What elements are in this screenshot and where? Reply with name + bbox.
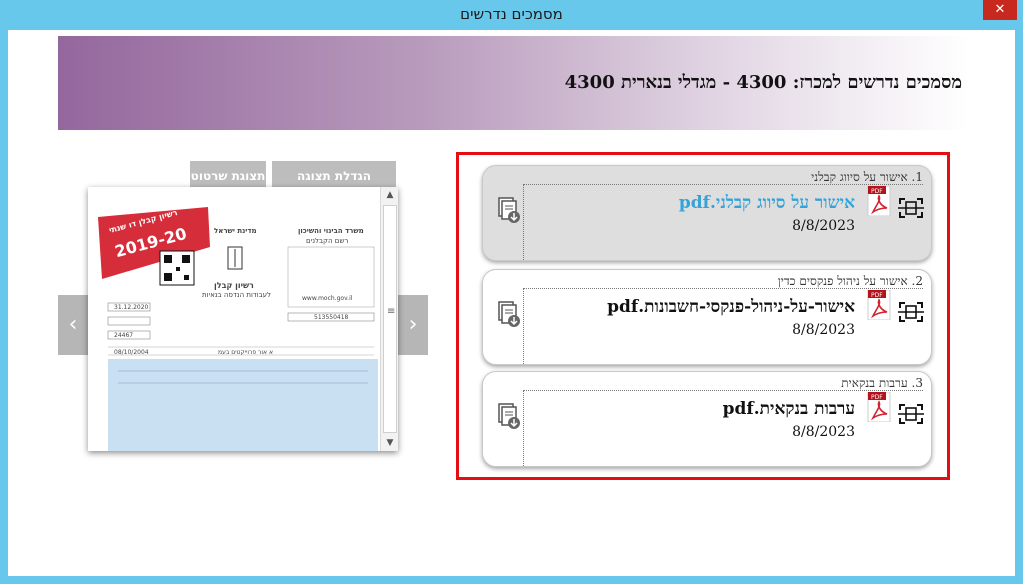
page-title: מסמכים נדרשים למכרז: 4300 - מגדלי בנארית… bbox=[564, 72, 962, 93]
document-label: 2. אישור על ניהול פנקסים כדין bbox=[777, 274, 923, 288]
website-text: www.moch.gov.il bbox=[302, 295, 353, 302]
download-document-icon[interactable] bbox=[495, 402, 521, 430]
scroll-thumb[interactable]: ≡ bbox=[383, 205, 397, 433]
scroll-up-icon[interactable]: ▲ bbox=[381, 187, 398, 203]
file-link[interactable]: ערבות בנקאית.pdf bbox=[723, 399, 855, 419]
header-banner: מסמכים נדרשים למכרז: 4300 - מגדלי בנארית… bbox=[58, 36, 968, 130]
registry-text: רשם הקבלנים bbox=[306, 237, 349, 245]
svg-text:PDF: PDF bbox=[871, 394, 883, 401]
svg-text:PDF: PDF bbox=[871, 188, 883, 195]
scan-icon[interactable] bbox=[897, 300, 925, 324]
divider bbox=[523, 390, 923, 391]
license-sub-text: לעבודות הנדסה בנאיות bbox=[202, 291, 272, 299]
file-date: 8/8/2023 bbox=[792, 218, 855, 234]
document-card-2[interactable]: 2. אישור על ניהול פנקסים כדין אישור-על-נ… bbox=[482, 269, 932, 365]
main-content: מסמכים נדרשים למכרז: 4300 - מגדלי בנארית… bbox=[8, 30, 1015, 576]
divider bbox=[523, 288, 923, 289]
next-document-button[interactable]: › bbox=[398, 295, 428, 355]
pdf-file-icon[interactable]: PDF bbox=[867, 392, 891, 422]
scroll-down-icon[interactable]: ▼ bbox=[381, 435, 398, 451]
pdf-file-icon[interactable]: PDF bbox=[867, 290, 891, 320]
scan-icon[interactable] bbox=[897, 402, 925, 426]
ministry-text: משרד הבינוי והשיכון bbox=[298, 227, 364, 235]
divider bbox=[523, 288, 524, 364]
preview-scrollbar[interactable]: ▲ ≡ ▼ bbox=[380, 187, 398, 451]
divider bbox=[523, 184, 923, 185]
svg-text:PDF: PDF bbox=[871, 292, 883, 299]
documents-list: 1. אישור על סיווג קבלני אישור על סיווג ק… bbox=[456, 152, 950, 480]
file-link[interactable]: אישור על סיווג קבלני.pdf bbox=[679, 193, 855, 213]
close-button[interactable]: ✕ bbox=[983, 0, 1017, 20]
file-date: 8/8/2023 bbox=[792, 424, 855, 440]
title-bar: מסמכים נדרשים ✕ bbox=[0, 0, 1023, 28]
app-window: מסמכים נדרשים ✕ מסמכים נדרשים למכרז: 430… bbox=[0, 0, 1023, 584]
license-title-text: רשיון קבלן bbox=[214, 281, 254, 290]
download-document-icon[interactable] bbox=[495, 300, 521, 328]
state-text: מדינת ישראל bbox=[214, 227, 257, 235]
valid-until-text: 31.12.2020 bbox=[114, 304, 149, 311]
document-preview[interactable]: רשיון קבלן דו שנתי 2019-20 משרד הבינוי ו… bbox=[88, 187, 398, 451]
download-document-icon[interactable] bbox=[495, 196, 521, 224]
reg-number-text: 24467 bbox=[114, 332, 134, 339]
divider bbox=[523, 184, 524, 260]
date-issued-text: 08/10/2004 bbox=[114, 349, 149, 356]
document-label: 1. אישור על סיווג קבלני bbox=[811, 170, 923, 184]
grip-icon: ≡ bbox=[387, 306, 396, 317]
document-card-3[interactable]: 3. ערבות בנקאית ערבות בנקאית.pdf 8/8/202… bbox=[482, 371, 932, 467]
scan-icon[interactable] bbox=[897, 196, 925, 220]
window-title: מסמכים נדרשים bbox=[460, 5, 563, 23]
company-name-text: א אור פרוייקטים בעמ bbox=[218, 349, 273, 356]
divider bbox=[523, 390, 524, 466]
file-link[interactable]: אישור-על-ניהול-פנקסי-חשבונות.pdf bbox=[607, 297, 855, 317]
pdf-file-icon[interactable]: PDF bbox=[867, 186, 891, 216]
company-id-text: 513550418 bbox=[314, 314, 349, 321]
document-card-1[interactable]: 1. אישור על סיווג קבלני אישור על סיווג ק… bbox=[482, 165, 932, 261]
file-date: 8/8/2023 bbox=[792, 322, 855, 338]
prev-document-button[interactable]: ‹ bbox=[58, 295, 88, 355]
document-label: 3. ערבות בנקאית bbox=[841, 376, 923, 390]
preview-page: רשיון קבלן דו שנתי 2019-20 משרד הבינוי ו… bbox=[88, 187, 378, 451]
